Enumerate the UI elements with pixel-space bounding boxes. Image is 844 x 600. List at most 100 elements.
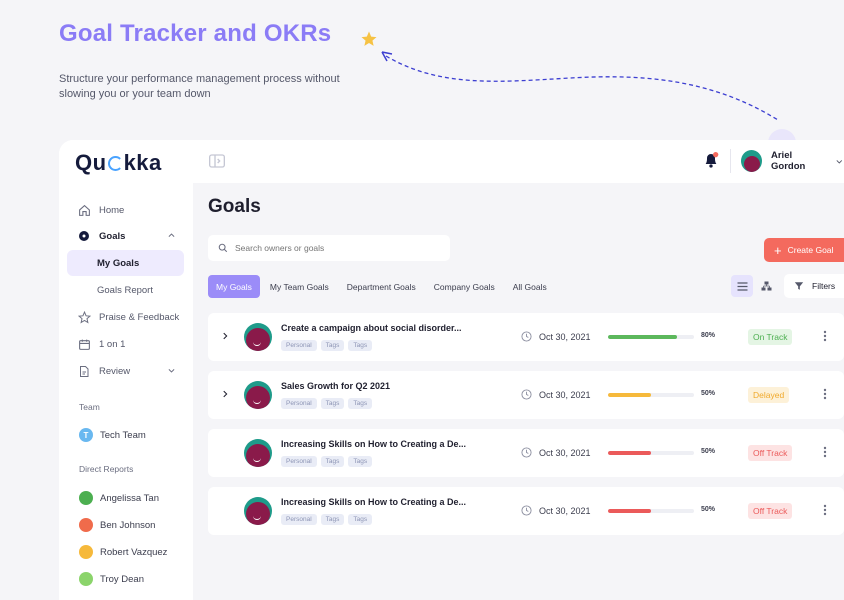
- goal-title[interactable]: Create a campaign about social disorder.…: [281, 323, 462, 333]
- tab-all-goals[interactable]: All Goals: [505, 275, 555, 298]
- goal-due-date: Oct 30, 2021: [521, 505, 591, 516]
- sidebar-item-1on1[interactable]: 1 on 1: [67, 331, 184, 357]
- sidebar-item-goals-report[interactable]: Goals Report: [67, 277, 184, 303]
- star-outline-icon: [77, 310, 91, 324]
- collapse-sidebar-icon[interactable]: [209, 154, 225, 168]
- create-goal-label: Create Goal: [787, 245, 834, 255]
- tab-company-goals[interactable]: Company Goals: [426, 275, 503, 298]
- sidebar-item-review[interactable]: Review: [67, 358, 184, 384]
- tag[interactable]: Tags: [348, 456, 373, 467]
- date-text: Oct 30, 2021: [539, 505, 591, 516]
- search-input[interactable]: [235, 243, 435, 253]
- progress-fill: [608, 451, 651, 455]
- notification-bell-icon[interactable]: [703, 151, 719, 169]
- sidebar-item-home[interactable]: Home: [67, 197, 184, 223]
- goal-row[interactable]: Create a campaign about social disorder.…: [208, 313, 844, 361]
- tab-my-team-goals[interactable]: My Team Goals: [262, 275, 337, 298]
- sidebar-item-goals[interactable]: Goals: [67, 223, 184, 249]
- more-options-icon[interactable]: [823, 330, 827, 342]
- progress-fill: [608, 393, 651, 397]
- progress-percent: 50%: [701, 390, 716, 397]
- direct-report-item[interactable]: Ben Johnson: [79, 518, 155, 532]
- sidebar-item-label: Goals: [99, 230, 126, 242]
- goal-title[interactable]: Increasing Skills on How to Creating a D…: [281, 439, 466, 449]
- main-content: Ariel Gordon Goals + Create Goal My Goal…: [193, 140, 844, 600]
- clock-icon: [521, 447, 532, 458]
- tab-my-goals[interactable]: My Goals: [208, 275, 260, 298]
- goal-title[interactable]: Sales Growth for Q2 2021: [281, 381, 390, 391]
- more-options-icon[interactable]: [823, 388, 827, 400]
- goal-owner-avatar: [244, 497, 272, 525]
- hero-title: Goal Tracker and OKRs: [59, 20, 332, 47]
- search-icon: [218, 243, 228, 253]
- progress-percent: 50%: [701, 506, 716, 513]
- create-goal-button[interactable]: + Create Goal: [764, 238, 844, 262]
- direct-report-name: Ben Johnson: [100, 519, 156, 531]
- chevron-right-icon[interactable]: [220, 331, 230, 341]
- direct-report-name: Angelissa Tan: [100, 492, 159, 504]
- tag[interactable]: Personal: [281, 456, 317, 467]
- team-name: Tech Team: [100, 429, 146, 441]
- progress-percent: 80%: [701, 332, 716, 339]
- tag[interactable]: Personal: [281, 340, 317, 351]
- avatar: [79, 491, 93, 505]
- date-text: Oct 30, 2021: [539, 331, 591, 342]
- sidebar-item-my-goals[interactable]: My Goals: [67, 250, 184, 276]
- progress-fill: [608, 509, 651, 513]
- goal-tags: Personal Tags Tags: [281, 456, 376, 467]
- tag[interactable]: Tags: [320, 514, 345, 525]
- direct-reports-label: Direct Reports: [79, 464, 134, 474]
- more-options-icon[interactable]: [823, 446, 827, 458]
- direct-report-item[interactable]: Angelissa Tan: [79, 491, 159, 505]
- goal-due-date: Oct 30, 2021: [521, 331, 591, 342]
- goal-row[interactable]: Increasing Skills on How to Creating a D…: [208, 487, 844, 535]
- user-name: Ariel Gordon: [771, 150, 806, 172]
- tag[interactable]: Tags: [320, 398, 345, 409]
- progress-fill: [608, 335, 677, 339]
- hierarchy-icon: [761, 281, 771, 291]
- tab-department-goals[interactable]: Department Goals: [339, 275, 424, 298]
- goal-row[interactable]: Increasing Skills on How to Creating a D…: [208, 429, 844, 477]
- team-item[interactable]: T Tech Team: [79, 428, 146, 442]
- direct-report-item[interactable]: Robert Vazquez: [79, 545, 167, 559]
- chevron-down-icon[interactable]: [167, 366, 176, 375]
- goal-title[interactable]: Increasing Skills on How to Creating a D…: [281, 497, 466, 507]
- list-view-button[interactable]: [731, 275, 753, 297]
- chevron-down-icon: [836, 159, 843, 164]
- avatar: [79, 572, 93, 586]
- tag[interactable]: Tags: [348, 514, 373, 525]
- progress-bar: [608, 393, 694, 397]
- goal-tags: Personal Tags Tags: [281, 514, 376, 525]
- filters-button[interactable]: Filters: [784, 274, 844, 298]
- user-menu[interactable]: Ariel Gordon: [741, 150, 844, 172]
- progress-bar: [608, 335, 694, 339]
- sidebar-item-label: Goals Report: [97, 284, 153, 296]
- chevron-right-icon[interactable]: [220, 389, 230, 399]
- avatar: [79, 518, 93, 532]
- goal-owner-avatar: [244, 323, 272, 351]
- progress-bar: [608, 451, 694, 455]
- tag[interactable]: Tags: [320, 340, 345, 351]
- more-options-icon[interactable]: [823, 504, 827, 516]
- tag[interactable]: Tags: [348, 398, 373, 409]
- hierarchy-view-button[interactable]: [755, 275, 777, 297]
- tag[interactable]: Tags: [348, 340, 373, 351]
- direct-report-name: Robert Vazquez: [100, 546, 168, 558]
- goal-tags: Personal Tags Tags: [281, 398, 376, 409]
- divider: [730, 149, 731, 173]
- top-bar: Ariel Gordon: [193, 140, 844, 183]
- goal-row[interactable]: Sales Growth for Q2 2021 Personal Tags T…: [208, 371, 844, 419]
- filter-icon: [794, 282, 804, 290]
- tag[interactable]: Personal: [281, 514, 317, 525]
- view-toggle: [731, 275, 779, 297]
- direct-report-item[interactable]: Troy Dean: [79, 572, 144, 586]
- search-box[interactable]: [208, 235, 450, 261]
- tag[interactable]: Tags: [320, 456, 345, 467]
- sidebar-item-praise-feedback[interactable]: Praise & Feedback: [67, 304, 184, 330]
- user-avatar: [741, 150, 762, 172]
- clock-icon: [521, 331, 532, 342]
- chevron-up-icon[interactable]: [167, 231, 176, 240]
- sidebar-item-label: Review: [99, 365, 131, 377]
- quokka-logo[interactable]: Qu kka: [75, 150, 162, 176]
- tag[interactable]: Personal: [281, 398, 317, 409]
